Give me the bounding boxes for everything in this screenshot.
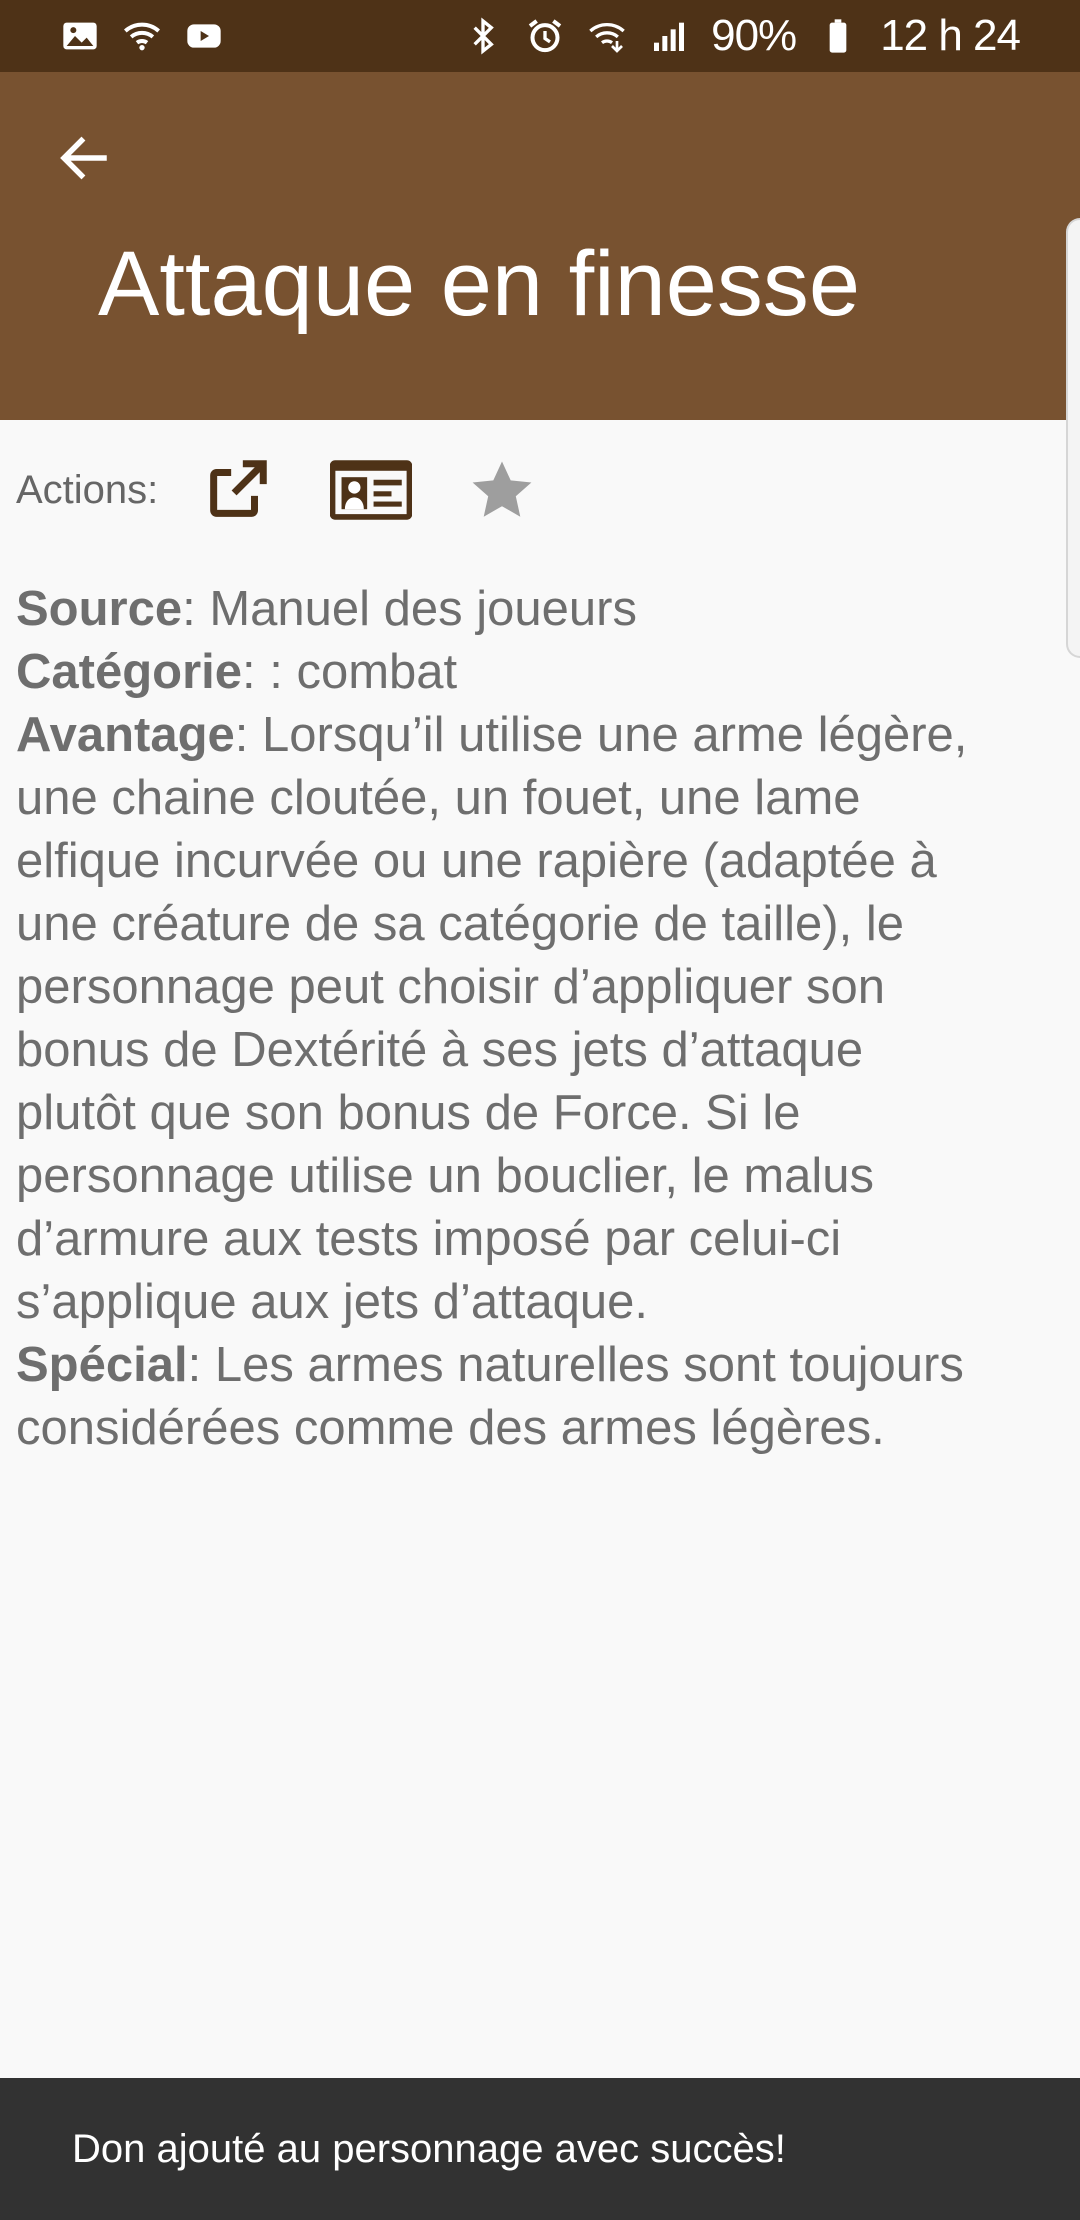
image-icon [60, 16, 100, 56]
snackbar-message: Don ajouté au personnage avec succès! [72, 2126, 786, 2171]
edge-panel-handle[interactable] [1066, 218, 1080, 658]
special-label: Spécial [16, 1338, 188, 1392]
benefit-text: bonus de Dextérité à ses jets d’attaque [16, 1023, 864, 1077]
category-line: Catégorie: : combat [16, 641, 1066, 704]
arrow-back-icon [60, 136, 107, 180]
app-bar: Attaque en finesse [0, 72, 1080, 420]
source-value: : Manuel des joueurs [182, 582, 638, 636]
special-line: Spécial: Les armes naturelles sont toujo… [16, 1334, 1066, 1397]
special-text: considérées comme des armes légères. [16, 1401, 885, 1455]
benefit-text: elfique incurvée ou une rapière (adaptée… [16, 834, 937, 888]
status-bar-left [60, 16, 224, 56]
status-bar-right: 90% 12 h 24 [463, 11, 1021, 61]
benefit-text: personnage utilise un bouclier, le malus [16, 1149, 875, 1203]
battery-icon [818, 16, 858, 56]
page-title: Attaque en finesse [98, 233, 861, 335]
source-label: Source [16, 582, 183, 636]
category-label: Catégorie [16, 645, 243, 699]
wifi-icon [122, 16, 162, 56]
benefit-line: Avantage: Lorsqu’il utilise une arme lég… [16, 704, 1066, 767]
snackbar: Don ajouté au personnage avec succès! [0, 2078, 1080, 2220]
benefit-text: d’armure aux tests imposé par celui-ci [16, 1212, 842, 1266]
benefit-text: plutôt que son bonus de Force. Si le [16, 1086, 801, 1140]
alarm-icon [525, 16, 565, 56]
benefit-text: s’applique aux jets d’attaque. [16, 1275, 648, 1329]
benefit-text: personnage peut choisir d’appliquer son [16, 960, 885, 1014]
signal-icon [649, 16, 689, 56]
battery-percent: 90% [711, 11, 797, 60]
benefit-text: une chaine cloutée, un fouet, une lame [16, 771, 861, 825]
special-text: : Les armes naturelles sont toujours [187, 1338, 964, 1392]
character-card-icon [330, 460, 413, 520]
source-line: Source: Manuel des joueurs [16, 578, 1066, 641]
benefit-text: une créature de sa catégorie de taille),… [16, 897, 904, 951]
youtube-icon [184, 16, 224, 56]
open-external-icon [210, 460, 268, 517]
add-to-character-button[interactable] [330, 459, 413, 521]
star-icon [472, 461, 532, 517]
category-value: : : combat [242, 645, 458, 699]
wifi-calling-icon [587, 16, 627, 56]
back-button[interactable] [48, 122, 120, 194]
benefit-text: : Lorsqu’il utilise une arme légère, [234, 708, 968, 762]
open-external-button[interactable] [202, 455, 272, 525]
benefit-label: Avantage [16, 708, 235, 762]
feat-description: Source: Manuel des joueurs Catégorie: : … [16, 578, 1066, 1460]
status-bar: 90% 12 h 24 [0, 0, 1080, 72]
actions-label: Actions: [16, 467, 159, 512]
clock: 12 h 24 [880, 11, 1021, 60]
favorite-button[interactable] [466, 454, 538, 526]
bluetooth-icon [463, 16, 503, 56]
actions-row: Actions: [16, 450, 538, 530]
